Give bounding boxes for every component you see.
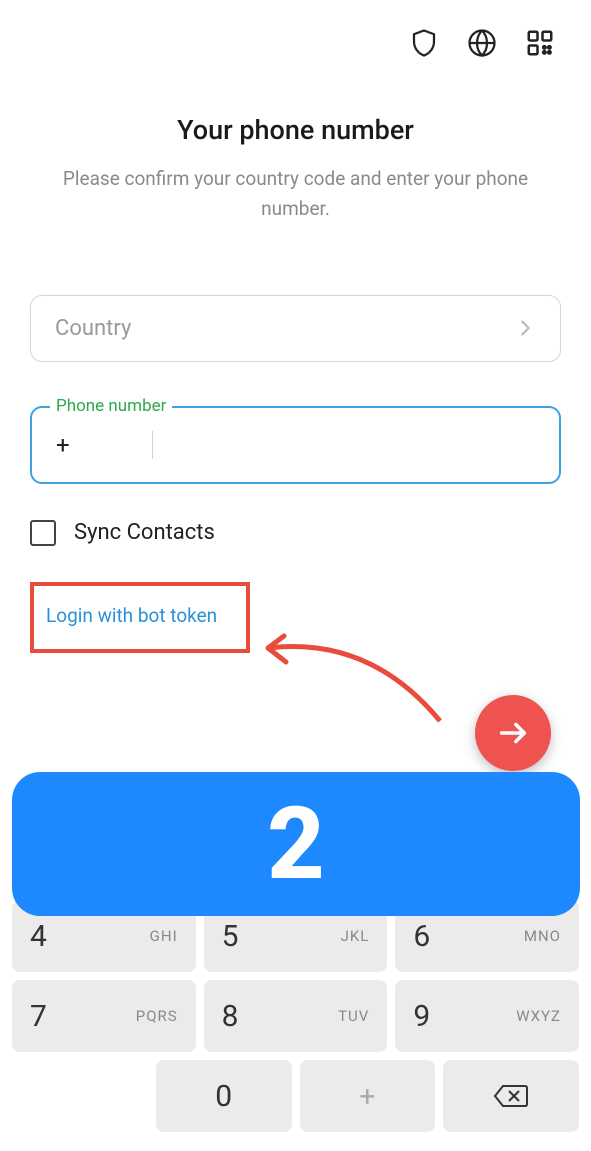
overlay-banner: 2: [12, 772, 580, 916]
banner-number: 2: [267, 786, 325, 903]
sync-checkbox[interactable]: [30, 520, 56, 546]
key-7[interactable]: 7 PQRS: [12, 980, 196, 1052]
arrow-right-icon: [496, 716, 530, 750]
bot-token-link[interactable]: Login with bot token: [46, 604, 217, 627]
bot-token-link-highlight: Login with bot token: [30, 582, 250, 653]
globe-icon[interactable]: [467, 28, 497, 62]
key-empty: [12, 1060, 148, 1132]
chevron-right-icon: [514, 317, 536, 339]
phone-divider: [152, 431, 153, 459]
shield-icon[interactable]: [409, 28, 439, 62]
backspace-icon: [493, 1082, 529, 1110]
key-backspace[interactable]: [443, 1060, 579, 1132]
phone-input-container[interactable]: Phone number +: [30, 406, 561, 484]
numeric-keypad: 4 GHI 5 JKL 6 MNO 7 PQRS 8 TUV 9 WXYZ 0: [0, 896, 591, 1151]
phone-prefix: +: [56, 431, 70, 459]
key-8[interactable]: 8 TUV: [204, 980, 388, 1052]
country-selector[interactable]: Country: [30, 295, 561, 362]
key-plus[interactable]: +: [300, 1060, 436, 1132]
page-subtitle: Please confirm your country code and ent…: [30, 164, 561, 225]
qr-icon[interactable]: [525, 28, 555, 62]
phone-input[interactable]: [163, 432, 535, 457]
key-9[interactable]: 9 WXYZ: [395, 980, 579, 1052]
phone-field-label: Phone number: [50, 396, 172, 416]
next-button[interactable]: [475, 695, 551, 771]
country-placeholder: Country: [55, 316, 131, 341]
key-0[interactable]: 0: [156, 1060, 292, 1132]
sync-label: Sync Contacts: [74, 520, 215, 545]
page-title: Your phone number: [30, 114, 561, 146]
